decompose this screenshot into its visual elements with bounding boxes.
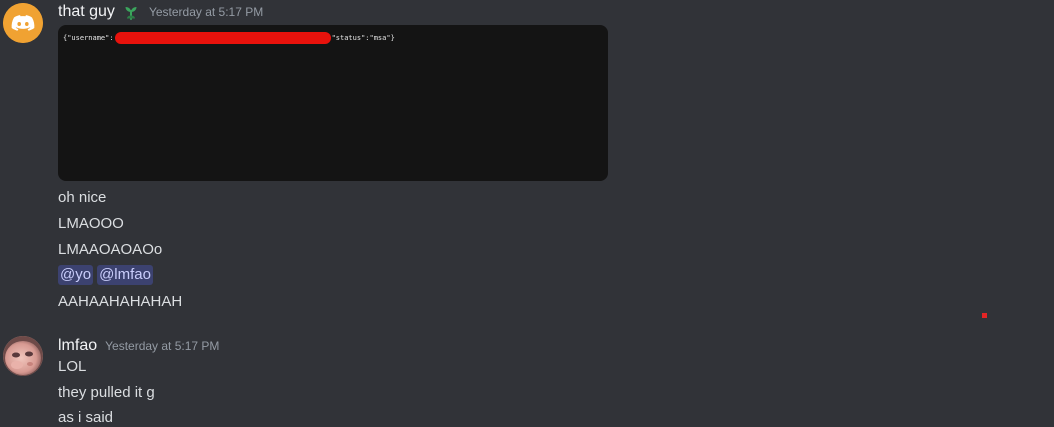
mention-yo[interactable]: @yo (58, 265, 94, 285)
user-photo-avatar (3, 336, 43, 376)
code-embed-image[interactable]: {"username": "status":"msa"} (58, 25, 608, 181)
avatar-lmfao[interactable] (3, 336, 43, 376)
avatar-that-guy[interactable] (3, 3, 43, 43)
redaction-bar (114, 32, 331, 44)
message-line: AAHAAHAHAHAH (58, 293, 183, 310)
message-line: oh nice (58, 189, 107, 206)
message-header: lmfao Yesterday at 5:17 PM (58, 336, 219, 356)
code-line: {"username": "status":"msa"} (63, 32, 395, 44)
code-suffix: "status":"msa"} (331, 34, 395, 42)
username[interactable]: lmfao (58, 336, 97, 356)
red-dot-marker (982, 313, 987, 318)
message-line: they pulled it g (58, 384, 155, 401)
message-line: LOL (58, 358, 87, 375)
sprout-icon[interactable] (121, 2, 141, 22)
mention-line: @yo @lmfao (58, 264, 153, 286)
message-line: LMAOOO (58, 215, 124, 232)
code-prefix: {"username": (63, 34, 114, 42)
message-header: that guy Yesterday at 5:17 PM (58, 2, 263, 22)
discord-logo-icon (3, 3, 43, 43)
username[interactable]: that guy (58, 2, 115, 22)
message-line: LMAAOAOAOo (58, 241, 163, 258)
timestamp[interactable]: Yesterday at 5:17 PM (149, 2, 263, 22)
timestamp[interactable]: Yesterday at 5:17 PM (105, 336, 219, 356)
message-line: as i said (58, 409, 114, 426)
mention-lmfao[interactable]: @lmfao (97, 265, 153, 285)
